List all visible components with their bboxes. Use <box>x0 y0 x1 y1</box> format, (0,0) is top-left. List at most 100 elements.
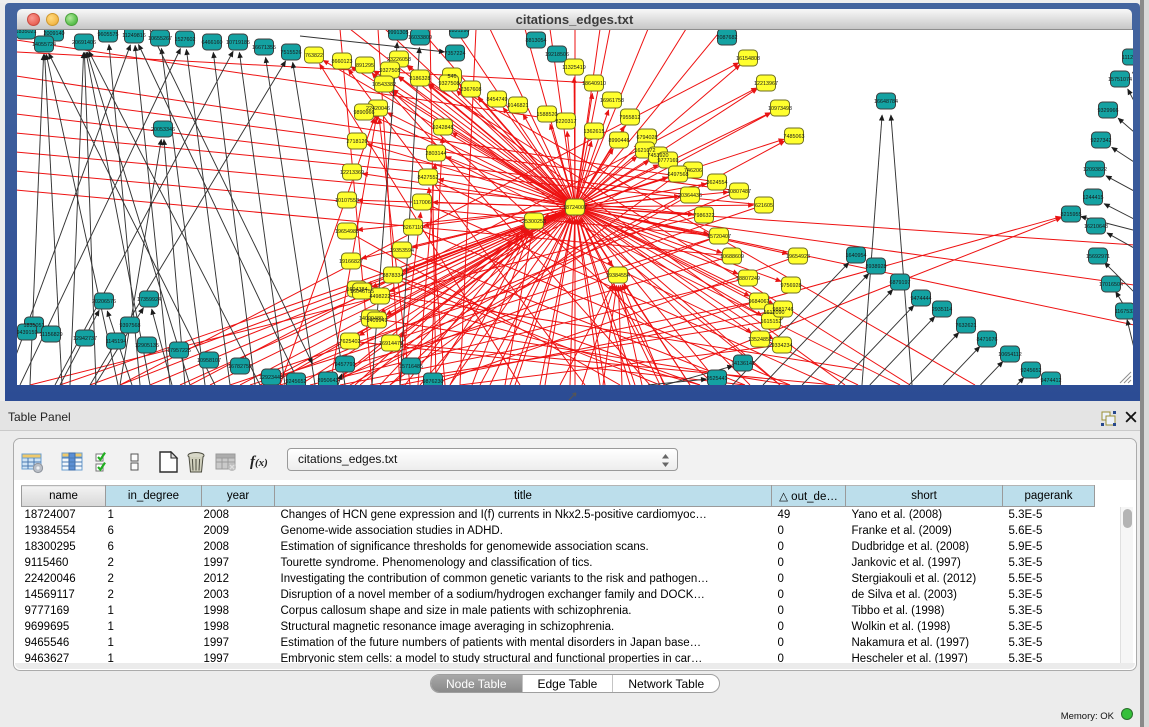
svg-text:1615152: 1615152 <box>761 319 782 325</box>
svg-text:8267110: 8267110 <box>403 225 424 231</box>
svg-text:16648784: 16648784 <box>874 99 898 105</box>
svg-text:9327508: 9327508 <box>439 81 460 87</box>
svg-text:6794028: 6794028 <box>637 135 658 141</box>
svg-text:2935114: 2935114 <box>932 307 953 313</box>
svg-text:6497568: 6497568 <box>668 172 689 178</box>
svg-text:4498222: 4498222 <box>370 294 391 300</box>
svg-text:9242848: 9242848 <box>433 125 454 131</box>
svg-text:16914479: 16914479 <box>379 341 403 347</box>
svg-text:9991305: 9991305 <box>388 30 409 36</box>
svg-text:9227342: 9227342 <box>1091 138 1112 144</box>
svg-text:1244415: 1244415 <box>1083 195 1104 201</box>
svg-text:9397568: 9397568 <box>120 323 141 329</box>
svg-text:19384554: 19384554 <box>606 273 630 279</box>
svg-text:8813054: 8813054 <box>526 38 547 44</box>
svg-text:7632621: 7632621 <box>956 323 977 329</box>
svg-text:8220317: 8220317 <box>556 119 577 125</box>
svg-text:1112704: 1112704 <box>1122 55 1133 61</box>
svg-text:17359924: 17359924 <box>137 297 161 303</box>
svg-text:12213967: 12213967 <box>754 81 778 87</box>
svg-text:10958107: 10958107 <box>197 358 221 364</box>
svg-text:9245652: 9245652 <box>286 379 307 385</box>
svg-text:621605: 621605 <box>755 203 773 209</box>
svg-text:9474444: 9474444 <box>911 296 932 302</box>
svg-text:25300253: 25300253 <box>522 219 546 225</box>
svg-text:7986322: 7986322 <box>694 213 715 219</box>
svg-text:9245652: 9245652 <box>1021 368 1042 374</box>
svg-text:20053346: 20053346 <box>151 127 175 133</box>
svg-text:15751074: 15751074 <box>1108 77 1132 83</box>
svg-text:17957225: 17957225 <box>167 348 191 354</box>
svg-text:891295: 891295 <box>356 63 374 69</box>
svg-text:9881746: 9881746 <box>773 307 794 313</box>
svg-text:1835021: 1835021 <box>17 30 37 35</box>
svg-text:9756928: 9756928 <box>781 283 802 289</box>
svg-text:23226058: 23226058 <box>387 57 411 63</box>
svg-text:1362615: 1362615 <box>584 129 605 135</box>
svg-text:1588520: 1588520 <box>537 112 558 118</box>
svg-text:9890966: 9890966 <box>354 110 375 116</box>
svg-text:9525441: 9525441 <box>707 376 728 382</box>
svg-text:18807249: 18807249 <box>736 276 760 282</box>
svg-text:9777169: 9777169 <box>658 158 679 164</box>
svg-text:18640910: 18640910 <box>582 81 606 87</box>
svg-text:7955812: 7955812 <box>620 115 641 121</box>
svg-text:2087682: 2087682 <box>717 35 738 41</box>
svg-text:8660123: 8660123 <box>332 59 353 65</box>
svg-text:12093822: 12093822 <box>1083 167 1107 173</box>
svg-text:11156829: 11156829 <box>39 332 62 338</box>
svg-text:12923448: 12923448 <box>259 375 283 381</box>
svg-text:14055724: 14055724 <box>32 42 56 48</box>
svg-text:16671355: 16671355 <box>252 45 276 51</box>
svg-text:10807487: 10807487 <box>727 189 751 195</box>
svg-text:3624554: 3624554 <box>707 180 728 186</box>
svg-text:19218506: 19218506 <box>545 52 569 58</box>
svg-text:1640954: 1640954 <box>846 253 867 259</box>
svg-text:13524851: 13524851 <box>748 337 772 343</box>
svg-text:16782759: 16782759 <box>228 364 252 370</box>
svg-text:10654112: 10654112 <box>998 352 1022 358</box>
svg-text:19353594: 19353594 <box>390 248 414 254</box>
svg-text:7515526: 7515526 <box>281 50 302 56</box>
svg-text:9327505: 9327505 <box>380 68 401 74</box>
svg-text:7625402: 7625402 <box>340 339 361 345</box>
svg-text:17016504: 17016504 <box>1099 282 1123 288</box>
svg-text:8990446: 8990446 <box>609 138 630 144</box>
svg-text:546: 546 <box>448 74 457 80</box>
svg-text:6466160: 6466160 <box>202 40 223 46</box>
svg-text:12942737: 12942737 <box>73 336 97 342</box>
svg-text:19166827: 19166827 <box>339 259 363 265</box>
svg-text:15716485: 15716485 <box>399 364 423 370</box>
svg-text:10107553: 10107553 <box>335 198 359 204</box>
svg-text:8186328: 8186328 <box>410 76 431 82</box>
svg-text:1409949: 1409949 <box>367 318 388 324</box>
svg-text:12905135: 12905135 <box>135 343 159 349</box>
svg-text:8950643: 8950643 <box>318 378 339 384</box>
svg-text:1145194: 1145194 <box>106 339 127 345</box>
svg-text:10973493: 10973493 <box>768 106 792 112</box>
svg-text:10688609: 10688609 <box>720 254 744 260</box>
svg-text:14136141: 14136141 <box>731 361 755 367</box>
svg-text:16961758: 16961758 <box>600 98 624 104</box>
svg-text:8454749: 8454749 <box>487 97 508 103</box>
svg-text:10543382: 10543382 <box>372 82 396 88</box>
svg-text:2718126: 2718126 <box>347 139 368 145</box>
svg-text:9876230: 9876230 <box>423 379 444 385</box>
svg-text:1835051: 1835051 <box>24 323 45 329</box>
svg-text:10655267: 10655267 <box>148 36 172 42</box>
svg-text:9684067: 9684067 <box>749 299 770 305</box>
svg-text:9329966: 9329966 <box>1098 108 1119 114</box>
svg-text:11249816: 11249816 <box>122 33 146 39</box>
svg-text:763822: 763822 <box>305 53 323 59</box>
svg-text:9146821: 9146821 <box>508 103 529 109</box>
svg-text:8215955: 8215955 <box>1061 212 1082 218</box>
svg-text:16210643: 16210643 <box>1084 224 1108 230</box>
svg-text:8427552: 8427552 <box>418 175 439 181</box>
svg-text:8938928: 8938928 <box>866 264 887 270</box>
svg-text:7357224: 7357224 <box>445 51 466 57</box>
svg-text:6879197: 6879197 <box>890 280 911 286</box>
svg-text:9457791: 9457791 <box>335 362 356 368</box>
svg-text:20206576: 20206576 <box>92 299 116 305</box>
svg-text:18724007: 18724007 <box>563 205 587 211</box>
svg-text:16033809: 16033809 <box>408 35 432 41</box>
